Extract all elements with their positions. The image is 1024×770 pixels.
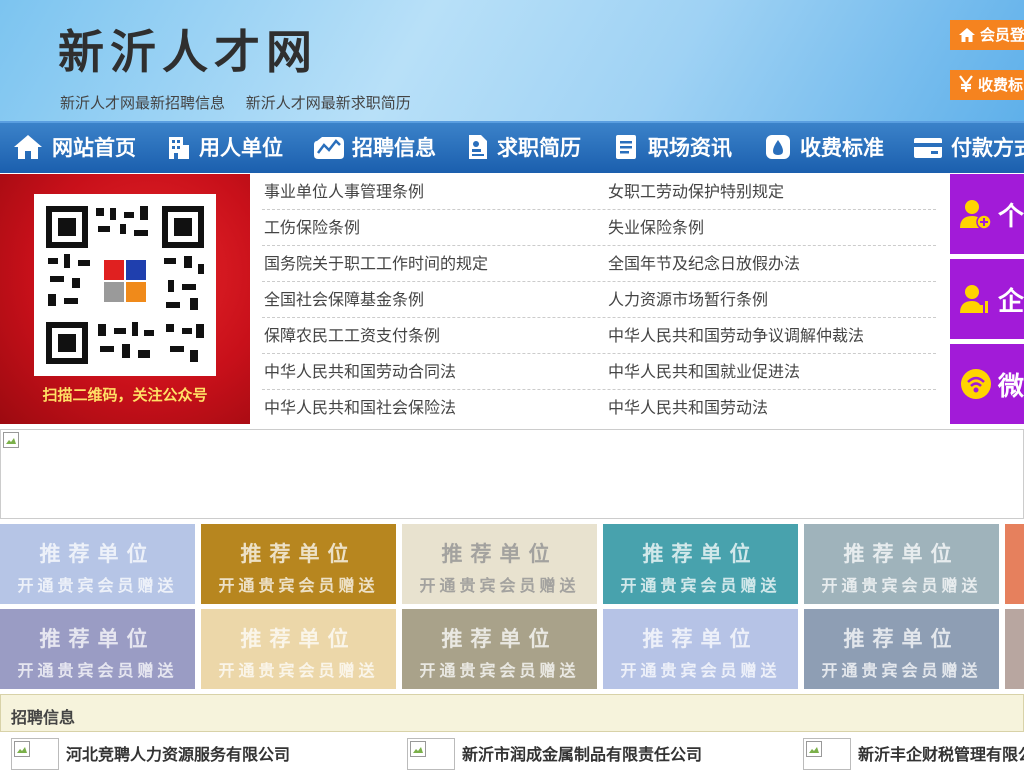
enterprise-user-icon (960, 285, 988, 313)
list-item: 国务院关于职工工作时间的规定 全国年节及纪念日放假办法 (262, 246, 936, 282)
member-login-button[interactable]: 会员登 (950, 20, 1024, 50)
nav-resumes[interactable]: 求职简历 (467, 123, 581, 173)
company-name[interactable]: 河北竞聘人力资源服务有限公司 (66, 741, 290, 765)
law-list: 事业单位人事管理条例 女职工劳动保护特别规定 工伤保险条例 失业保险条例 国务院关于… (262, 174, 936, 425)
header-sub-links: 新沂人才网最新招聘信息 新沂人才网最新求职简历 (60, 92, 427, 113)
broken-image-icon (806, 741, 822, 757)
qr-code-panel: 扫描二维码，关注公众号 (0, 174, 250, 424)
recommended-employer-tile[interactable]: 推荐单位 开通贵宾会员赠送 (603, 524, 798, 604)
law-link[interactable]: 人力资源市场暂行条例 (608, 282, 768, 318)
list-item: 中华人民共和国社会保险法 中华人民共和国劳动法 (262, 390, 936, 425)
building-icon (169, 137, 189, 159)
law-link[interactable]: 中华人民共和国劳动争议调解仲裁法 (608, 318, 864, 354)
recommended-employer-tile[interactable]: 推荐单位 开通贵宾会员赠送 (804, 609, 999, 689)
law-link[interactable]: 全国年节及纪念日放假办法 (608, 246, 800, 282)
law-link[interactable]: 中华人民共和国劳动合同法 (264, 354, 456, 390)
company-name[interactable]: 新沂丰企财税管理有限公司 (858, 741, 1024, 765)
home-icon (14, 135, 42, 159)
law-link[interactable]: 中华人民共和国社会保险法 (264, 390, 456, 426)
qr-code-image (34, 194, 216, 376)
broken-image-icon (410, 741, 426, 757)
law-link[interactable]: 事业单位人事管理条例 (264, 174, 424, 210)
latest-jobs-link[interactable]: 新沂人才网最新招聘信息 (60, 94, 225, 112)
add-user-icon (960, 200, 992, 230)
qr-caption: 扫描二维码，关注公众号 (42, 386, 208, 404)
nav-jobs[interactable]: 招聘信息 (314, 123, 436, 173)
law-link[interactable]: 保障农民工工资支付条例 (264, 318, 440, 354)
section-title: 招聘信息 (11, 708, 76, 727)
wifi-icon (961, 369, 991, 399)
nav-fees[interactable]: 收费标准 (764, 123, 884, 173)
recommended-employer-tile[interactable]: 推荐单位 开通贵宾会员赠送 (603, 609, 798, 689)
list-item: 工伤保险条例 失业保险条例 (262, 210, 936, 246)
recommended-employer-tile[interactable] (1005, 524, 1024, 604)
law-link[interactable]: 女职工劳动保护特别规定 (608, 174, 784, 210)
list-item: 事业单位人事管理条例 女职工劳动保护特别规定 (262, 174, 936, 210)
law-link[interactable]: 全国社会保障基金条例 (264, 282, 424, 318)
wechat-button[interactable]: 微 (950, 344, 1024, 424)
recommended-employer-tile[interactable] (1005, 609, 1024, 689)
card-icon (914, 138, 942, 158)
company-logo (803, 738, 851, 770)
nav-home[interactable]: 网站首页 (12, 123, 136, 173)
broken-image-icon (3, 432, 19, 448)
company-name[interactable]: 新沂市润成金属制品有限责任公司 (462, 741, 702, 765)
law-link[interactable]: 中华人民共和国劳动法 (608, 390, 768, 426)
recruitment-section-header: 招聘信息 (0, 694, 1024, 732)
law-link[interactable]: 国务院关于职工工作时间的规定 (264, 246, 488, 282)
company-logo (11, 738, 59, 770)
recommended-employer-tile[interactable]: 推荐单位 开通贵宾会员赠送 (0, 524, 195, 604)
news-icon (616, 135, 636, 159)
nav-news[interactable]: 职场资讯 (614, 123, 732, 173)
company-logo (407, 738, 455, 770)
enterprise-button[interactable]: 企 (950, 259, 1024, 339)
latest-resumes-link[interactable]: 新沂人才网最新求职简历 (246, 94, 411, 112)
law-link[interactable]: 工伤保险条例 (264, 210, 360, 246)
list-item: 中华人民共和国劳动合同法 中华人民共和国就业促进法 (262, 354, 936, 390)
recommended-employer-tile[interactable]: 推荐单位 开通贵宾会员赠送 (201, 524, 396, 604)
recommended-employer-tile[interactable]: 推荐单位 开通贵宾会员赠送 (402, 524, 597, 604)
list-item: 保障农民工工资支付条例 中华人民共和国劳动争议调解仲裁法 (262, 318, 936, 354)
law-link[interactable]: 中华人民共和国就业促进法 (608, 354, 800, 390)
list-item: 全国社会保障基金条例 人力资源市场暂行条例 (262, 282, 936, 318)
chart-icon (314, 137, 344, 159)
recommended-employer-tile[interactable]: 推荐单位 开通贵宾会员赠送 (804, 524, 999, 604)
fee-standard-button[interactable]: 收费标 (950, 70, 1024, 100)
money-bag-icon (766, 135, 790, 159)
recommended-employer-tile[interactable]: 推荐单位 开通贵宾会员赠送 (0, 609, 195, 689)
broken-image-icon (14, 741, 30, 757)
law-link[interactable]: 失业保险条例 (608, 210, 704, 246)
personal-button[interactable]: 个 (950, 174, 1024, 254)
recommended-employer-tile[interactable]: 推荐单位 开通贵宾会员赠送 (201, 609, 396, 689)
main-nav: 网站首页 用人单位 招聘信息 求职简历 职场资讯 收费标准 付款方式 (0, 121, 1024, 173)
nav-employers[interactable]: 用人单位 (165, 123, 283, 173)
site-title[interactable]: 新沂人才网 (58, 16, 318, 82)
home-icon (959, 28, 975, 42)
yen-icon (959, 75, 973, 92)
banner-ad[interactable] (0, 429, 1024, 519)
site-header: 新沂人才网 新沂人才网最新招聘信息 新沂人才网最新求职简历 会员登 收费标 (0, 0, 1024, 121)
recommended-employer-tile[interactable]: 推荐单位 开通贵宾会员赠送 (402, 609, 597, 689)
nav-payment[interactable]: 付款方式 (913, 123, 1024, 173)
resume-icon (469, 135, 487, 159)
